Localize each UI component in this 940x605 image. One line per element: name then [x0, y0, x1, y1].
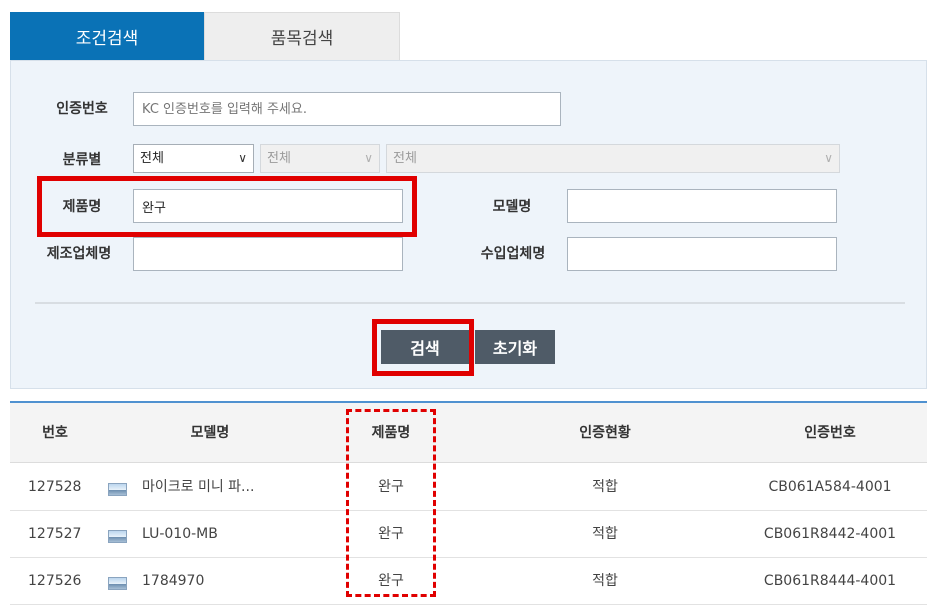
row-no: 127527 [28, 526, 82, 542]
importer-label: 수입업체명 [480, 246, 546, 262]
table-row[interactable]: 127527 LU-010-MB 완구 적합 CB061R8442-4001 [10, 511, 927, 558]
row-no: 127526 [28, 573, 82, 589]
product-thumbnail-icon [108, 530, 127, 543]
cert-no-input[interactable] [133, 92, 561, 126]
category-select-3-value: 전체 [393, 151, 417, 166]
row-cert: CB061R8442-4001 [763, 526, 897, 542]
category-select-2[interactable]: 전체 ∨ [260, 144, 380, 173]
row-model-link[interactable]: 1784970 [142, 558, 204, 604]
col-header-status: 인증현황 [579, 425, 631, 441]
row-model-link[interactable]: 마이크로 미니 파... [142, 464, 254, 510]
category-select-1[interactable]: 전체 ∨ [133, 144, 254, 173]
product-name-input[interactable] [133, 189, 403, 223]
search-panel: 인증번호 분류별 전체 ∨ 전체 ∨ 전체 ∨ 제품명 모델명 제조업체명 수입… [10, 60, 927, 389]
manufacturer-input[interactable] [133, 237, 403, 271]
col-header-product: 제품명 [371, 425, 411, 441]
table-row[interactable]: 127528 마이크로 미니 파... 완구 적합 CB061A584-4001 [10, 464, 927, 511]
row-product: 완구 [378, 526, 404, 542]
model-name-label: 모델명 [492, 199, 532, 215]
product-name-label: 제품명 [62, 199, 102, 215]
col-header-model: 모델명 [190, 425, 230, 441]
col-header-cert: 인증번호 [804, 425, 856, 441]
form-divider [35, 302, 905, 304]
chevron-down-icon: ∨ [364, 151, 373, 165]
category-label: 분류별 [62, 152, 102, 168]
search-button[interactable]: 검색 [381, 330, 469, 364]
category-select-1-value: 전체 [140, 151, 164, 166]
row-cert: CB061R8444-4001 [763, 573, 897, 589]
category-select-3[interactable]: 전체 ∨ [386, 144, 840, 173]
row-no: 127528 [28, 479, 82, 495]
category-select-2-value: 전체 [267, 151, 291, 166]
tab-item-search[interactable]: 품목검색 [204, 12, 400, 60]
table-header: 번호 모델명 제품명 인증현황 인증번호 [10, 403, 927, 463]
row-product: 완구 [378, 573, 404, 589]
search-tabs: 조건검색 품목검색 [10, 12, 400, 60]
results-table: 번호 모델명 제품명 인증현황 인증번호 127528 마이크로 미니 파...… [10, 401, 927, 605]
row-cert: CB061A584-4001 [768, 479, 892, 495]
cert-no-label: 인증번호 [56, 101, 108, 117]
row-model-link[interactable]: LU-010-MB [142, 511, 218, 557]
manufacturer-label: 제조업체명 [46, 246, 112, 262]
model-name-input[interactable] [567, 189, 837, 223]
product-thumbnail-icon [108, 577, 127, 590]
row-status: 적합 [592, 479, 618, 495]
product-thumbnail-icon [108, 483, 127, 496]
reset-button[interactable]: 초기화 [475, 330, 555, 364]
tab-condition-search[interactable]: 조건검색 [10, 12, 204, 60]
table-row[interactable]: 127526 1784970 완구 적합 CB061R8444-4001 [10, 558, 927, 605]
row-status: 적합 [592, 526, 618, 542]
col-header-no: 번호 [42, 425, 68, 441]
row-product: 완구 [378, 479, 404, 495]
chevron-down-icon: ∨ [824, 151, 833, 165]
importer-input[interactable] [567, 237, 837, 271]
chevron-down-icon: ∨ [238, 151, 247, 165]
row-status: 적합 [592, 573, 618, 589]
